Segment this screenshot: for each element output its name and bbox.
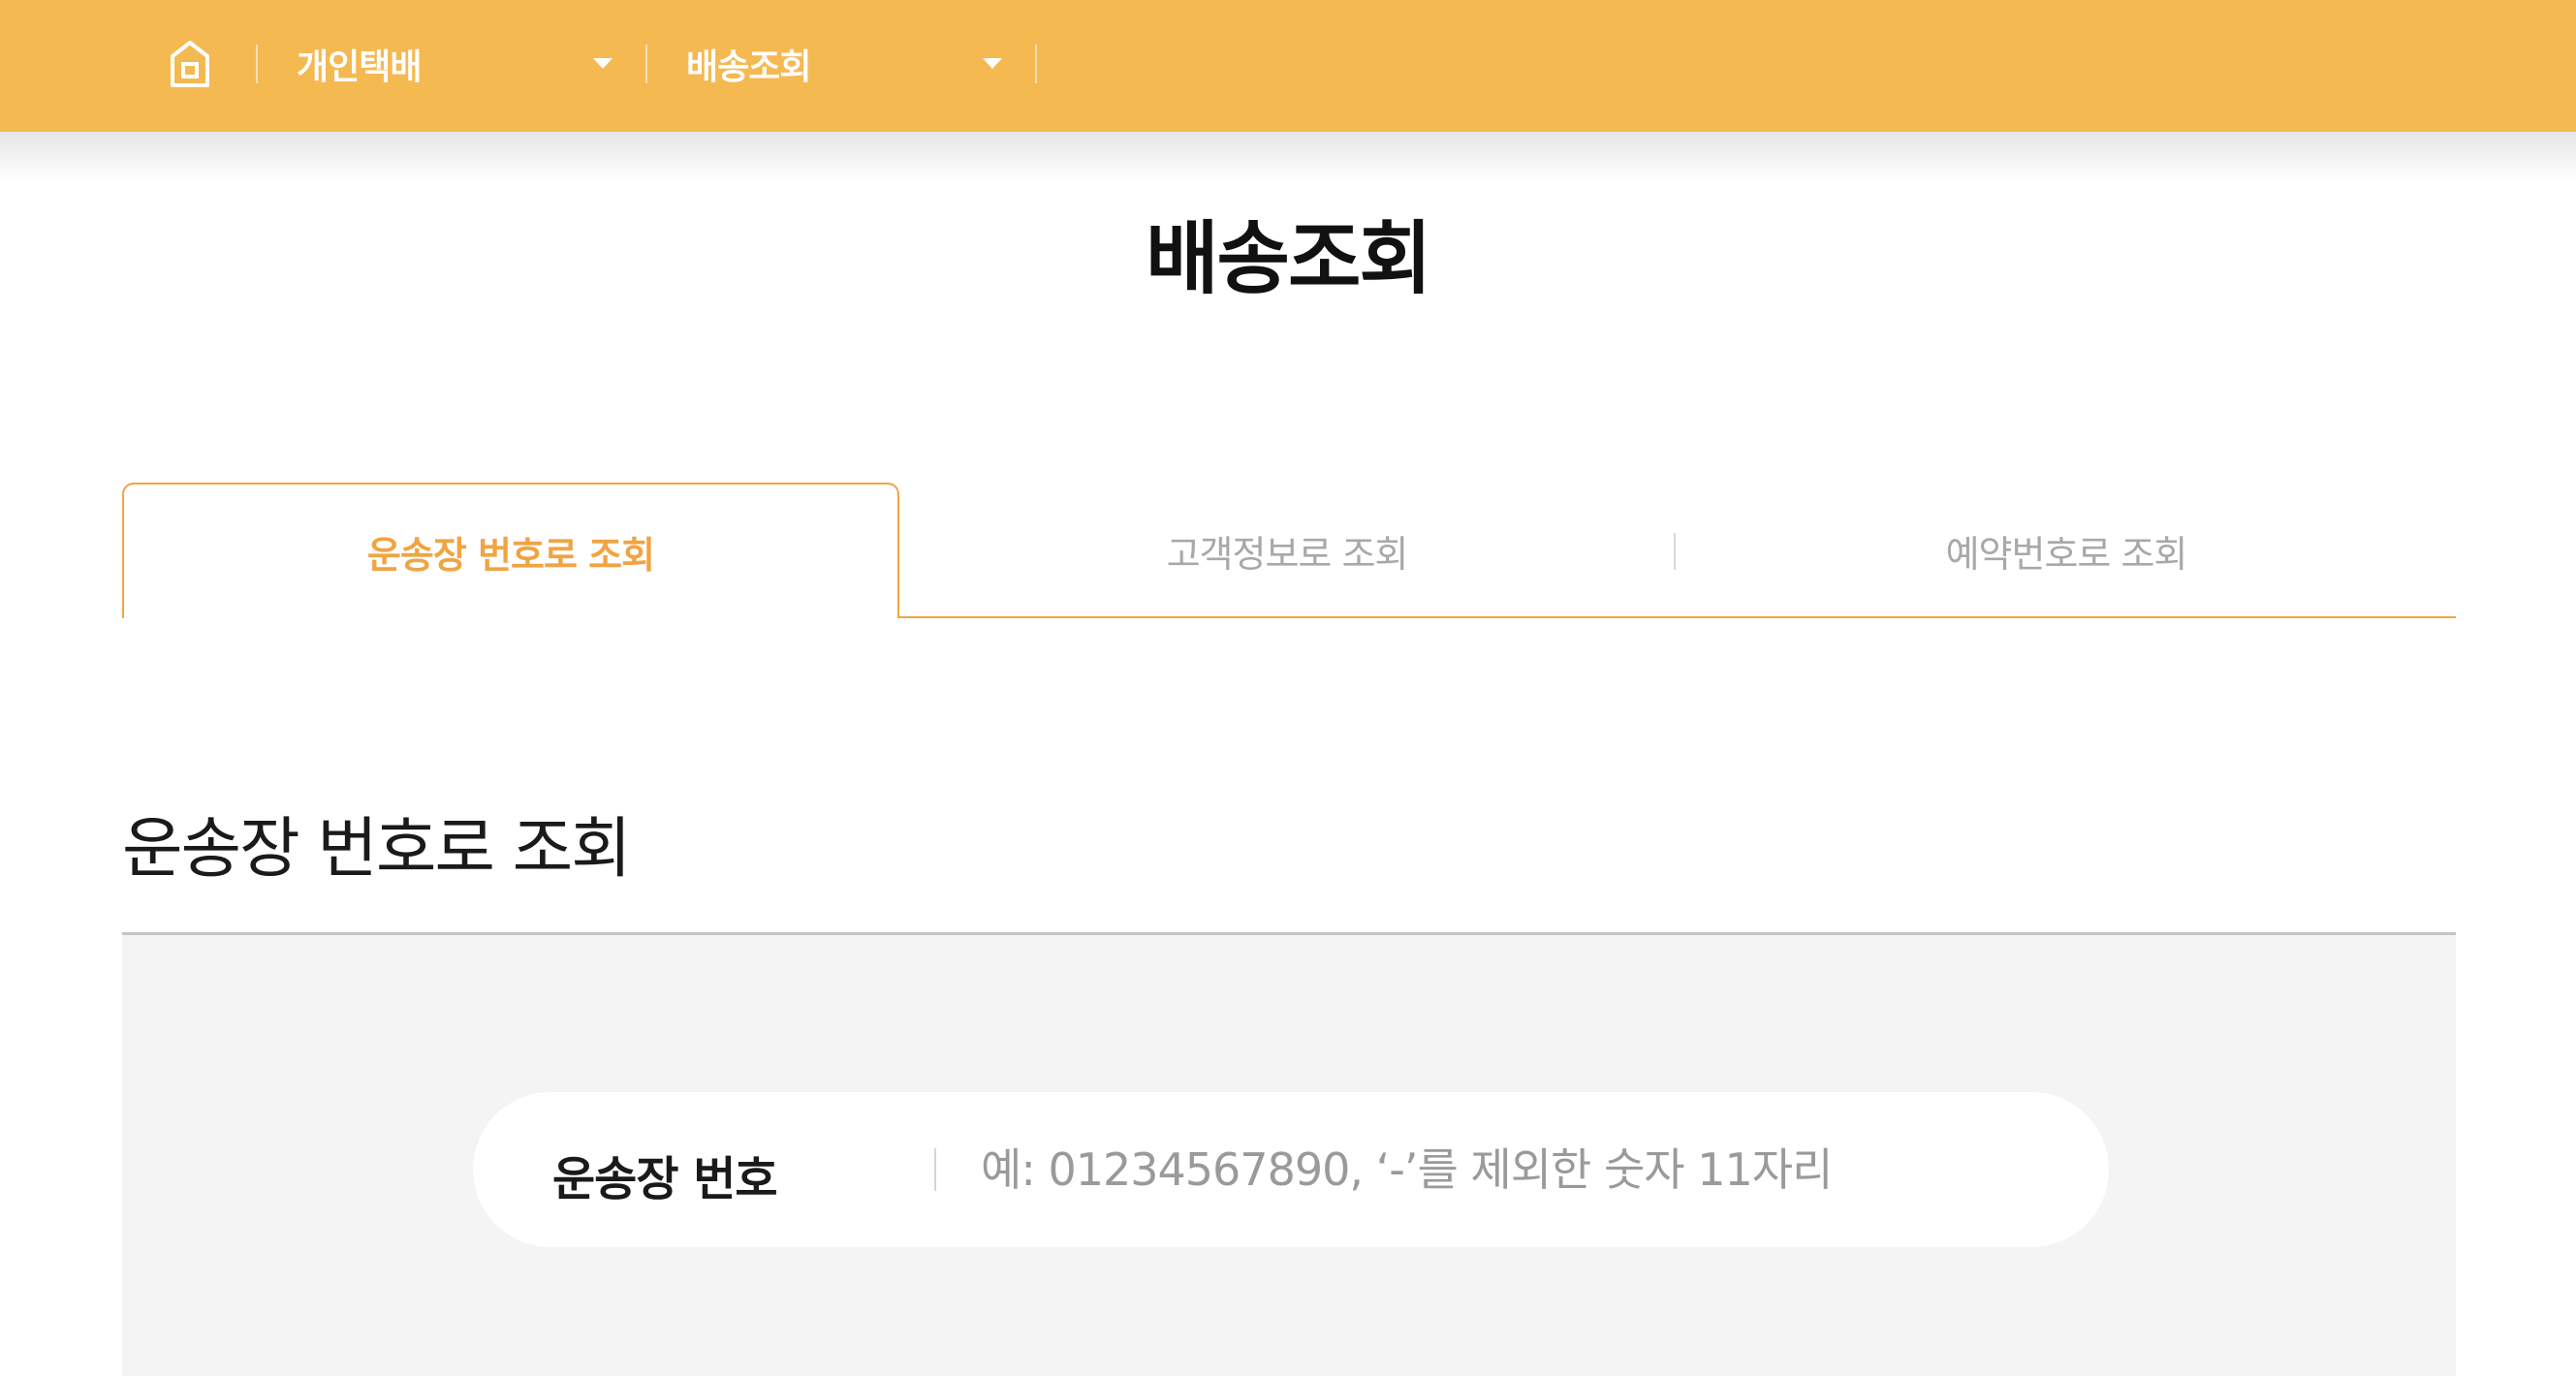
tab-separator	[1674, 533, 1676, 570]
tab-waybill-number[interactable]: 운송장 번호로 조회	[122, 483, 899, 618]
nav-dropdown-tracking-label: 배송조회	[686, 47, 811, 87]
section-title: 운송장 번호로 조회	[122, 811, 632, 888]
home-icon	[171, 41, 209, 87]
nav-divider	[256, 45, 258, 83]
header-shadow	[0, 132, 2576, 180]
home-button[interactable]	[167, 37, 213, 91]
search-panel: 운송장 번호	[122, 935, 2456, 1376]
page-title: 배송조회	[1146, 213, 1432, 305]
top-nav-bar: 개인택배 배송조회	[0, 0, 2576, 132]
caret-down-icon	[983, 58, 1002, 69]
nav-divider	[645, 45, 647, 83]
search-method-tabs: 운송장 번호로 조회 고객정보로 조회 예약번호로 조회	[122, 483, 2456, 618]
waybill-field-label: 운송장 번호	[552, 1152, 778, 1206]
nav-dropdown-service[interactable]: 개인택배	[297, 29, 613, 99]
waybill-search-field: 운송장 번호	[473, 1092, 2109, 1247]
nav-dropdown-tracking[interactable]: 배송조회	[686, 29, 1002, 99]
tab-reservation-number[interactable]: 예약번호로 조회	[1677, 483, 2456, 618]
waybill-number-input[interactable]	[981, 1131, 2047, 1208]
tab-customer-info[interactable]: 고객정보로 조회	[899, 483, 1675, 618]
field-separator	[934, 1148, 936, 1191]
caret-down-icon	[593, 58, 613, 69]
nav-divider	[1035, 45, 1037, 83]
nav-dropdown-service-label: 개인택배	[297, 47, 422, 87]
